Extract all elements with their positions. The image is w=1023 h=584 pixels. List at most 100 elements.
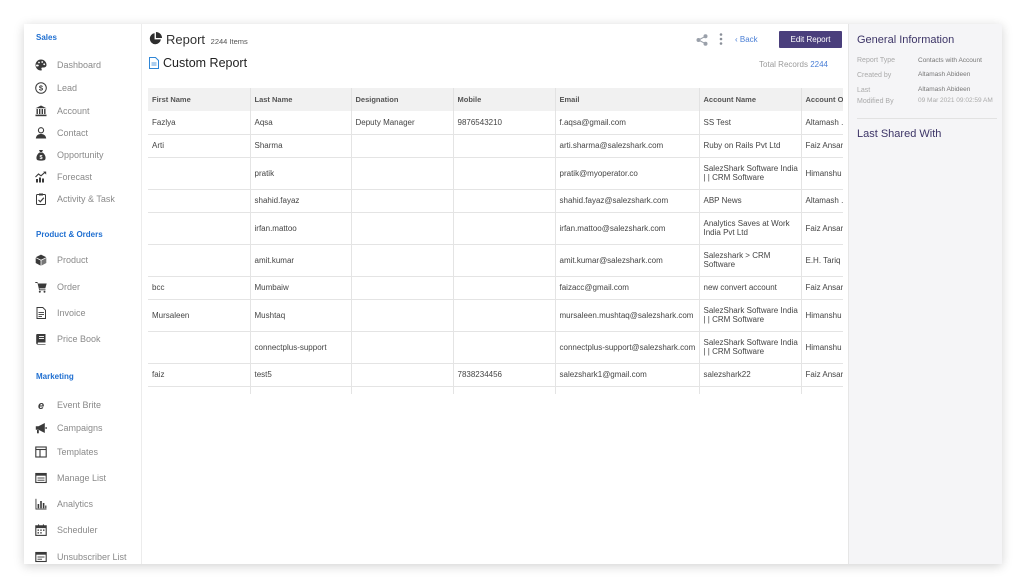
table-cell: Mushtaq <box>250 299 352 332</box>
sidebar-item-label: Price Book <box>57 334 101 344</box>
table-cell: Faiz Ansar <box>801 134 843 158</box>
table-cell <box>148 189 251 213</box>
share-icon[interactable] <box>696 34 708 46</box>
table-cell <box>351 299 454 332</box>
table-cell <box>351 157 454 190</box>
table-cell: new convert account <box>699 276 802 300</box>
sidebar-item-account[interactable]: Account <box>34 103 90 119</box>
table-cell: shahid.fayaz@salezshark.com <box>555 189 700 213</box>
table-cell <box>148 157 251 190</box>
palette-icon <box>34 58 48 72</box>
table-cell <box>453 299 556 332</box>
sidebar-item-scheduler[interactable]: Scheduler <box>34 522 98 538</box>
sidebar-item-activity-task[interactable]: Activity & Task <box>34 191 115 207</box>
column-header[interactable]: Designation <box>351 88 454 111</box>
table-cell <box>351 212 454 245</box>
table-cell <box>351 244 454 277</box>
report-type-label: Report Type <box>857 57 896 64</box>
table-row[interactable]: shahid.fayaz shahid.fayaz@salezshark.com A… <box>148 189 843 213</box>
sidebar-item-label: Unsubscriber List <box>57 552 127 562</box>
sidebar-item-label: Scheduler <box>57 525 98 535</box>
column-header[interactable]: Account O <box>801 88 843 111</box>
table-row[interactable] <box>148 386 843 394</box>
sidebar-item-label: Forecast <box>57 172 93 182</box>
sidebar-item-event-brite[interactable]: e Event Brite <box>34 397 101 413</box>
sidebar-item-analytics[interactable]: Analytics <box>34 496 93 512</box>
sidebar-item-price-book[interactable]: Price Book <box>34 331 101 347</box>
table-cell: ABP News <box>699 189 802 213</box>
table-cell: Himanshu <box>801 299 843 332</box>
table-row[interactable]: Fazlya Aqsa Deputy Manager 9876543210 f.aqsa… <box>148 111 843 135</box>
table-cell: SalezShark Software India | | CRM Softwa… <box>699 157 802 190</box>
table-row[interactable]: Arti Sharma arti.sharma@salezshark.com Ruby… <box>148 134 843 158</box>
sidebar-item-unsubscriber-list[interactable]: Unsubscriber List <box>34 549 127 564</box>
table-row[interactable]: faiz test5 7838234456 salezshark1@gmail.com… <box>148 363 843 387</box>
table-row[interactable]: connectplus-support connectplus-support@s… <box>148 331 843 364</box>
sidebar-section-title: Marketing <box>36 372 74 381</box>
more-vertical-icon[interactable] <box>719 33 723 45</box>
last-modified-date: 09 Mar 2021 09:02:59 AM <box>918 97 993 104</box>
table-cell <box>699 386 802 394</box>
sidebar-item-manage-list[interactable]: Manage List <box>34 470 106 486</box>
table-row[interactable]: amit.kumar amit.kumar@salezshark.com Salez… <box>148 244 843 277</box>
table-cell: Arti <box>148 134 251 158</box>
sidebar-item-campaigns[interactable]: Campaigns <box>34 420 103 436</box>
table-cell: pratik@myoperator.co <box>555 157 700 190</box>
column-header[interactable]: Email <box>555 88 700 111</box>
sidebar-item-invoice[interactable]: Invoice <box>34 305 86 321</box>
table-cell: Fazlya <box>148 111 251 135</box>
table-cell <box>351 276 454 300</box>
sidebar-item-label: Contact <box>57 128 89 138</box>
table-cell <box>351 134 454 158</box>
column-header[interactable]: Mobile <box>453 88 556 111</box>
sidebar-item-label: Invoice <box>57 308 86 318</box>
report-table: First Name Last Name Designation Mobile Emai… <box>148 88 843 394</box>
table-cell: Altamash . <box>801 189 843 213</box>
total-records-label: Total Records <box>759 60 808 69</box>
report-count: 2244 Items <box>210 37 248 46</box>
sidebar-item-product[interactable]: Product <box>34 252 88 268</box>
table-cell <box>453 212 556 245</box>
table-row[interactable]: irfan.mattoo irfan.mattoo@salezshark.com A… <box>148 212 843 245</box>
table-row[interactable]: pratik pratik@myoperator.co SalezShark Sof… <box>148 157 843 190</box>
eventbrite-icon: e <box>34 398 48 412</box>
sidebar-item-dashboard[interactable]: Dashboard <box>34 57 101 73</box>
sidebar-item-label: Activity & Task <box>57 194 115 204</box>
invoice-icon <box>34 306 48 320</box>
list-icon <box>34 471 48 485</box>
table-cell: pratik <box>250 157 352 190</box>
sidebar-item-contact[interactable]: Contact <box>34 125 88 141</box>
sidebar-item-order[interactable]: Order <box>34 279 80 295</box>
sidebar-item-lead[interactable]: $ Lead <box>34 80 77 96</box>
total-records-value: 2244 <box>810 60 828 69</box>
table-cell: SS Test <box>699 111 802 135</box>
edit-report-button[interactable]: Edit Report <box>779 31 842 48</box>
back-link[interactable]: ‹ Back <box>735 35 758 44</box>
sidebar-item-templates[interactable]: Templates <box>34 444 98 460</box>
document-icon <box>149 57 159 69</box>
table-cell: Faiz Ansar <box>801 363 843 387</box>
last-modified-label-line1: Last <box>857 87 871 94</box>
table-cell: amit.kumar@salezshark.com <box>555 244 700 277</box>
report-title: Report <box>166 32 206 47</box>
table-cell: Analytics Saves at Work India Pvt Ltd <box>699 212 802 245</box>
sidebar-item-forecast[interactable]: Forecast <box>34 169 92 185</box>
table-cell: arti.sharma@salezshark.com <box>555 134 700 158</box>
back-label: Back <box>739 35 758 44</box>
table-row[interactable]: bcc Mumbaiw faizacc@gmail.com new convert a… <box>148 276 843 300</box>
unsubscribe-list-icon <box>34 550 48 564</box>
calendar-icon <box>34 523 48 537</box>
report-table-wrapper[interactable]: First Name Last Name Designation Mobile Emai… <box>148 88 843 394</box>
table-body: Fazlya Aqsa Deputy Manager 9876543210 f.aqsa… <box>148 111 843 394</box>
table-cell: Deputy Manager <box>351 111 454 135</box>
table-row[interactable]: Mursaleen Mushtaq mursaleen.mushtaq@salezs… <box>148 299 843 332</box>
column-header[interactable]: Account Name <box>699 88 802 111</box>
table-cell <box>148 244 251 277</box>
info-panel: General Information Report Type Contacts… <box>848 24 1002 564</box>
table-cell: 7838234456 <box>453 363 556 387</box>
column-header[interactable]: Last Name <box>250 88 352 111</box>
column-header[interactable]: First Name <box>148 88 251 111</box>
table-cell: shahid.fayaz <box>250 189 352 213</box>
table-cell: f.aqsa@gmail.com <box>555 111 700 135</box>
sidebar-item-opportunity[interactable]: $ Opportunity <box>34 147 104 163</box>
